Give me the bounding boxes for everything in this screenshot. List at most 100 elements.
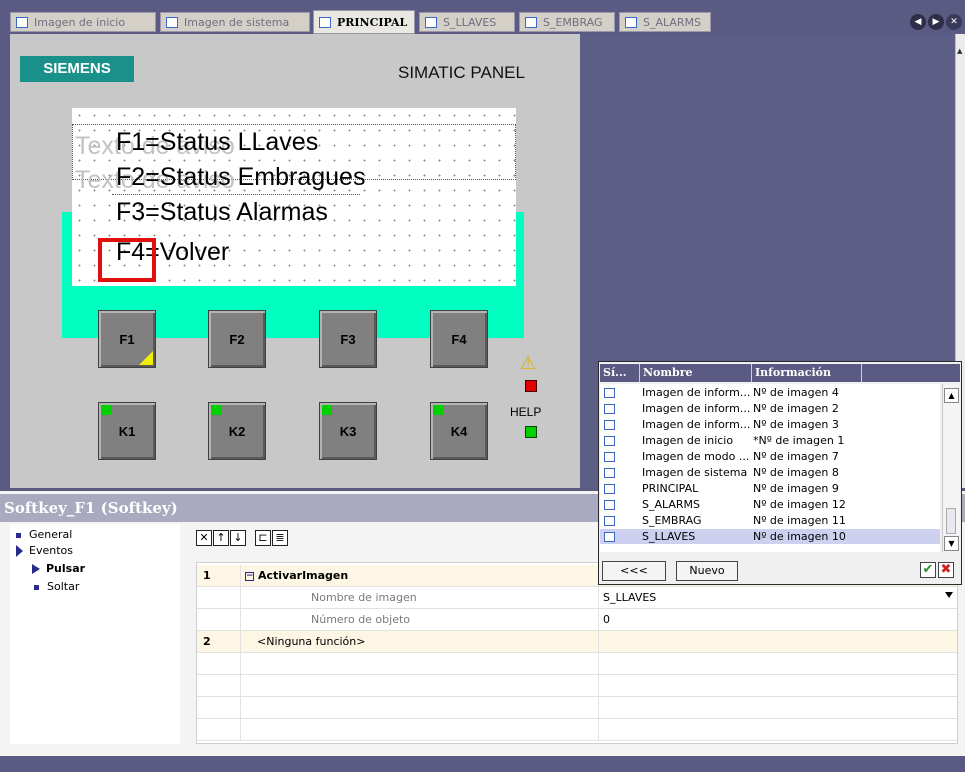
screen-icon [604, 436, 615, 446]
column-header-name[interactable]: Nombre [640, 364, 752, 382]
row-number [197, 675, 241, 697]
function-name: <Ninguna función> [241, 631, 599, 653]
list-item[interactable]: Imagen de inform... Nº de imagen 4 [600, 385, 940, 400]
list-item[interactable]: Imagen de inform... Nº de imagen 2 [600, 401, 940, 416]
item-info: Nº de imagen 2 [753, 402, 839, 415]
key-label: K2 [228, 423, 246, 439]
close-icon[interactable]: ✕ [946, 14, 962, 30]
screen-icon [604, 484, 615, 494]
function-name: ActivarImagen [258, 569, 349, 582]
empty-row[interactable] [197, 697, 957, 719]
screen-line-f2[interactable]: F2=Status Embragues [116, 163, 365, 192]
tree-item-general[interactable]: General [16, 528, 72, 541]
list-item[interactable]: Imagen de inform... Nº de imagen 3 [600, 417, 940, 432]
row-number [197, 653, 241, 675]
move-up-icon[interactable]: ↑ [213, 530, 229, 546]
key-label: K1 [118, 423, 136, 439]
empty-cell [241, 675, 599, 697]
empty-row[interactable] [197, 675, 957, 697]
empty-cell [241, 719, 599, 741]
list-item[interactable]: PRINCIPAL Nº de imagen 9 [600, 481, 940, 496]
parameter-row[interactable]: Número de objeto 0 [197, 609, 957, 631]
column-header-type[interactable]: Sí... [600, 364, 640, 382]
cancel-icon[interactable]: ✖ [938, 562, 954, 578]
function-row[interactable]: 2 <Ninguna función> [197, 631, 957, 653]
tab-s-embrag[interactable]: S_EMBRAG [519, 12, 615, 32]
softkey-k4[interactable]: K4 [430, 402, 488, 460]
item-info: Nº de imagen 7 [753, 450, 839, 463]
softkey-k3[interactable]: K3 [319, 402, 377, 460]
empty-row[interactable] [197, 719, 957, 741]
tree-item-soltar[interactable]: Soltar [34, 580, 79, 593]
row-number: 1 [197, 565, 241, 587]
object-number-value[interactable]: 0 [599, 609, 957, 631]
indent-icon[interactable]: ⊏ [255, 530, 271, 546]
column-header-info[interactable]: Información [752, 364, 862, 382]
move-down-icon[interactable]: ↓ [230, 530, 246, 546]
scroll-thumb[interactable] [946, 508, 956, 534]
list-item[interactable]: Imagen de sistema Nº de imagen 8 [600, 465, 940, 480]
list-item-selected[interactable]: S_LLAVES Nº de imagen 10 [600, 529, 940, 545]
tab-s-llaves[interactable]: S_LLAVES [419, 12, 515, 32]
popup-scrollbar[interactable]: ▲ ▼ [942, 384, 960, 552]
item-name: Imagen de inform... [642, 418, 750, 431]
screen-line-f1[interactable]: F1=Status LLaves [116, 128, 318, 157]
item-name: Imagen de sistema [642, 466, 748, 479]
column-header-extra[interactable] [862, 364, 960, 382]
scroll-left-icon[interactable]: ◀ [910, 14, 926, 30]
screen-icon [604, 452, 615, 462]
scroll-up-icon[interactable]: ▲ [944, 388, 959, 403]
softkey-f2[interactable]: F2 [208, 310, 266, 368]
collapse-icon[interactable]: − [245, 571, 254, 581]
item-info: Nº de imagen 3 [753, 418, 839, 431]
screen-icon [604, 404, 615, 414]
tree-item-pulsar[interactable]: Pulsar [32, 562, 85, 575]
function-toolbar: ✕ ↑ ↓ ⊏ ≣ [196, 530, 289, 552]
tree-label: Pulsar [46, 562, 86, 575]
led-icon [101, 405, 111, 415]
empty-row[interactable] [197, 653, 957, 675]
parameter-label: Nombre de imagen [241, 587, 599, 609]
delete-icon[interactable]: ✕ [196, 530, 212, 546]
item-info: *Nº de imagen 1 [753, 434, 845, 447]
screen-icon [604, 500, 615, 510]
status-strip [0, 756, 965, 772]
confirm-icon[interactable]: ✔ [920, 562, 936, 578]
tab-imagen-de-sistema[interactable]: Imagen de sistema [160, 12, 310, 32]
scroll-right-icon[interactable]: ▶ [928, 14, 944, 30]
back-button[interactable]: <<< [602, 561, 666, 581]
item-info: Nº de imagen 11 [753, 514, 846, 527]
tree-label: Soltar [47, 580, 80, 593]
parameter-row[interactable]: Nombre de imagen S_LLAVES [197, 587, 957, 609]
key-label: K4 [450, 423, 468, 439]
key-label: F1 [119, 331, 135, 347]
softkey-f3[interactable]: F3 [319, 310, 377, 368]
list-item[interactable]: Imagen de inicio *Nº de imagen 1 [600, 433, 940, 448]
new-button[interactable]: Nuevo [676, 561, 738, 581]
tab-label: S_EMBRAG [543, 15, 603, 29]
item-name: PRINCIPAL [642, 482, 699, 495]
window: Imagen de inicio Imagen de sistema PRINC… [0, 0, 965, 772]
parameter-label: Número de objeto [241, 609, 599, 631]
screen-name-select[interactable]: S_LLAVES [599, 587, 957, 609]
tab-s-alarms[interactable]: S_ALARMS [619, 12, 711, 32]
softkey-k2[interactable]: K2 [208, 402, 266, 460]
screen-line-f3[interactable]: F3=Status Alarmas [116, 198, 328, 227]
softkey-f1[interactable]: F1 [98, 310, 156, 368]
tab-principal[interactable]: PRINCIPAL [313, 10, 415, 34]
tree-label: General [29, 528, 73, 541]
siemens-logo: SIEMENS [20, 56, 134, 82]
tree-item-eventos[interactable]: Eventos [16, 544, 73, 557]
tab-label: S_ALARMS [643, 15, 702, 29]
item-info: Nº de imagen 9 [753, 482, 839, 495]
list-icon[interactable]: ≣ [272, 530, 288, 546]
softkey-f4[interactable]: F4 [430, 310, 488, 368]
tab-imagen-de-inicio[interactable]: Imagen de inicio [10, 12, 156, 32]
list-item[interactable]: Imagen de modo ... Nº de imagen 7 [600, 449, 940, 464]
scroll-down-icon[interactable]: ▼ [944, 536, 959, 551]
scroll-up-icon[interactable]: ▲ [957, 48, 964, 55]
list-item[interactable]: S_EMBRAG Nº de imagen 11 [600, 513, 940, 528]
softkey-k1[interactable]: K1 [98, 402, 156, 460]
list-item[interactable]: S_ALARMS Nº de imagen 12 [600, 497, 940, 512]
chevron-down-icon[interactable] [945, 592, 953, 598]
